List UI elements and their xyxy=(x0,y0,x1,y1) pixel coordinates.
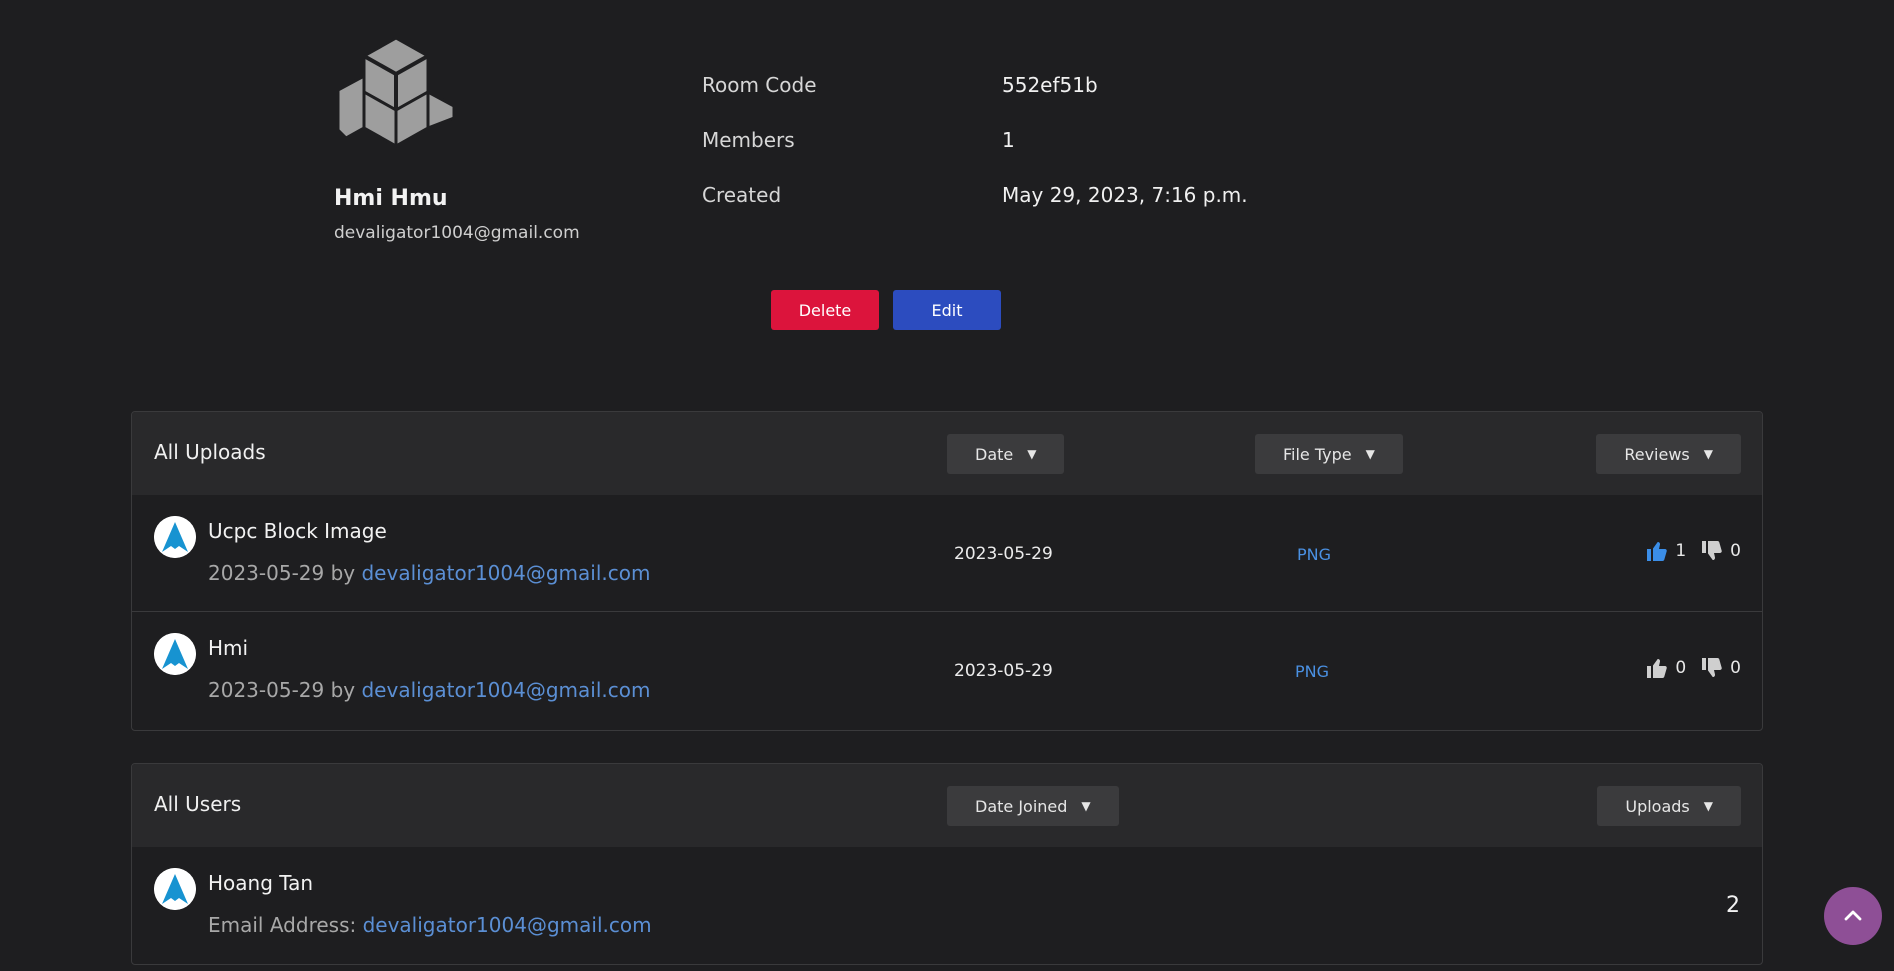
members-label: Members xyxy=(702,128,795,152)
caret-down-icon: ▼ xyxy=(1081,799,1091,813)
room-logo-icon xyxy=(336,36,456,148)
delete-button[interactable]: Delete xyxy=(771,290,879,330)
sort-date-joined-label: Date Joined xyxy=(975,796,1068,816)
uploads-title: All Uploads xyxy=(154,440,266,464)
scroll-to-top-button[interactable] xyxy=(1824,887,1882,945)
upload-date: 2023-05-29 xyxy=(954,661,1053,681)
upload-row[interactable]: Ucpc Block Image 2023-05-29 by devaligat… xyxy=(132,495,1762,612)
chevron-up-icon xyxy=(1844,910,1862,921)
dislike-count: 0 xyxy=(1730,658,1741,678)
members-value: 1 xyxy=(1002,128,1015,152)
avatar-icon xyxy=(154,868,196,910)
sort-date-label: Date xyxy=(975,444,1014,464)
dislike-count: 0 xyxy=(1730,541,1741,561)
user-email-label: Email Address: xyxy=(208,913,363,937)
upload-author-link[interactable]: devaligator1004@gmail.com xyxy=(361,561,650,585)
thumbs-up-icon[interactable] xyxy=(1645,539,1669,563)
upload-author-link[interactable]: devaligator1004@gmail.com xyxy=(361,678,650,702)
upload-file-type: PNG xyxy=(1297,545,1332,564)
upload-file-type: PNG xyxy=(1295,662,1330,681)
users-title: All Users xyxy=(154,792,242,816)
room-code-value: 552ef51b xyxy=(1002,73,1098,97)
owner-name: Hmi Hmu xyxy=(334,186,448,211)
users-card: All Users Date Joined ▼ Uploads ▼ Hoang … xyxy=(131,763,1763,965)
sort-uploads-label: Uploads xyxy=(1625,796,1690,816)
sort-reviews-button[interactable]: Reviews ▼ xyxy=(1596,434,1741,474)
thumbs-up-icon[interactable] xyxy=(1645,656,1669,680)
uploads-header: All Uploads Date ▼ File Type ▼ Reviews ▼ xyxy=(132,412,1762,495)
sort-uploads-button[interactable]: Uploads ▼ xyxy=(1597,786,1741,826)
upload-reviews: 1 0 xyxy=(1645,539,1741,563)
uploads-card: All Uploads Date ▼ File Type ▼ Reviews ▼… xyxy=(131,411,1763,731)
sort-file-type-button[interactable]: File Type ▼ xyxy=(1255,434,1403,474)
sort-date-joined-button[interactable]: Date Joined ▼ xyxy=(947,786,1119,826)
user-email-link[interactable]: devaligator1004@gmail.com xyxy=(363,913,652,937)
user-uploads-count: 2 xyxy=(1726,893,1740,918)
like-count: 1 xyxy=(1675,541,1687,561)
edit-button[interactable]: Edit xyxy=(893,290,1001,330)
thumbs-down-icon[interactable] xyxy=(1700,656,1724,680)
upload-reviews: 0 0 xyxy=(1645,656,1741,680)
upload-date-by: 2023-05-29 by xyxy=(208,678,362,702)
user-name[interactable]: Hoang Tan xyxy=(208,871,313,895)
room-code-label: Room Code xyxy=(702,73,817,97)
upload-row[interactable]: Hmi 2023-05-29 by devaligator1004@gmail.… xyxy=(132,612,1762,729)
sort-file-type-label: File Type xyxy=(1283,444,1352,464)
created-label: Created xyxy=(702,183,782,207)
sort-reviews-label: Reviews xyxy=(1624,444,1690,464)
caret-down-icon: ▼ xyxy=(1365,447,1375,461)
upload-title[interactable]: Ucpc Block Image xyxy=(208,519,387,543)
upload-date-by: 2023-05-29 by xyxy=(208,561,362,585)
caret-down-icon: ▼ xyxy=(1703,799,1713,813)
avatar-icon xyxy=(154,633,196,675)
upload-title[interactable]: Hmi xyxy=(208,636,248,660)
user-email: Email Address: devaligator1004@gmail.com xyxy=(208,913,652,937)
user-row[interactable]: Hoang Tan Email Address: devaligator1004… xyxy=(132,847,1762,964)
sort-date-button[interactable]: Date ▼ xyxy=(947,434,1065,474)
thumbs-down-icon[interactable] xyxy=(1700,539,1724,563)
upload-meta: 2023-05-29 by devaligator1004@gmail.com xyxy=(208,561,650,585)
upload-meta: 2023-05-29 by devaligator1004@gmail.com xyxy=(208,678,650,702)
upload-date: 2023-05-29 xyxy=(954,544,1053,564)
created-value: May 29, 2023, 7:16 p.m. xyxy=(1002,183,1248,207)
avatar-icon xyxy=(154,516,196,558)
owner-email: devaligator1004@gmail.com xyxy=(334,223,580,243)
caret-down-icon: ▼ xyxy=(1703,447,1713,461)
users-header: All Users Date Joined ▼ Uploads ▼ xyxy=(132,764,1762,847)
caret-down-icon: ▼ xyxy=(1027,447,1037,461)
like-count: 0 xyxy=(1675,658,1687,678)
